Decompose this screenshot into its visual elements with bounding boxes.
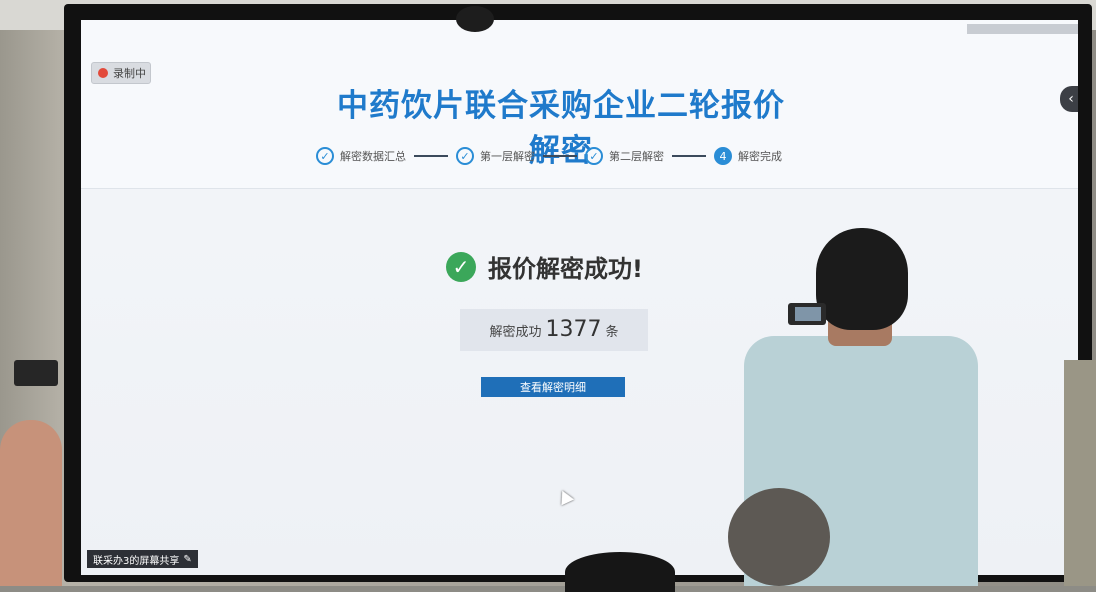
step-connector	[543, 155, 577, 157]
success-title: 报价解密成功!	[488, 255, 643, 283]
progress-steps: ✓ 解密数据汇总 ✓ 第一层解密 ✓ 第二层解密 4 解密完成	[316, 144, 782, 168]
audience-phone	[14, 360, 58, 386]
check-circle-icon: ✓	[316, 147, 334, 165]
recording-label: 录制中	[113, 67, 146, 80]
result-suffix: 条	[605, 325, 619, 340]
camera-phone-screen	[795, 307, 821, 321]
step-1: ✓ 解密数据汇总	[316, 147, 406, 165]
step-label: 第一层解密	[480, 150, 535, 163]
result-prefix: 解密成功	[489, 325, 542, 340]
step-2: ✓ 第一层解密	[456, 147, 535, 165]
screen-share-bar[interactable]: 联采办3的屏幕共享 ✎	[87, 550, 198, 568]
audience-person-right	[1064, 360, 1096, 586]
mouse-cursor-icon	[555, 487, 575, 506]
seated-person-head-2	[565, 552, 675, 592]
seated-person-head	[728, 488, 830, 586]
step-label: 解密完成	[738, 150, 782, 163]
check-circle-icon: ✓	[456, 147, 474, 165]
step-connector	[672, 155, 706, 157]
step-label: 第二层解密	[609, 150, 664, 163]
step-number: 4	[714, 147, 732, 165]
share-label: 联采办3的屏幕共享	[93, 555, 180, 567]
step-3: ✓ 第二层解密	[585, 147, 664, 165]
record-dot-icon	[98, 68, 108, 78]
audience-arm	[0, 420, 62, 586]
chevron-left-icon[interactable]: ‹	[1060, 86, 1078, 112]
top-overlay-chip	[967, 24, 1078, 34]
step-connector	[414, 155, 448, 157]
webcam	[456, 6, 494, 32]
result-count: 1377	[545, 317, 602, 342]
step-4: 4 解密完成	[714, 147, 782, 165]
step-label: 解密数据汇总	[340, 150, 406, 163]
check-circle-icon: ✓	[585, 147, 603, 165]
check-circle-icon: ✓	[446, 251, 476, 282]
success-row: ✓ 报价解密成功!	[446, 249, 643, 284]
edit-pencil-icon[interactable]: ✎	[183, 554, 191, 565]
recording-badge[interactable]: 录制中	[91, 62, 151, 84]
standing-person-head	[816, 228, 908, 330]
view-details-button[interactable]: 查看解密明细	[481, 377, 625, 397]
result-count-box: 解密成功 1377 条	[460, 309, 648, 351]
